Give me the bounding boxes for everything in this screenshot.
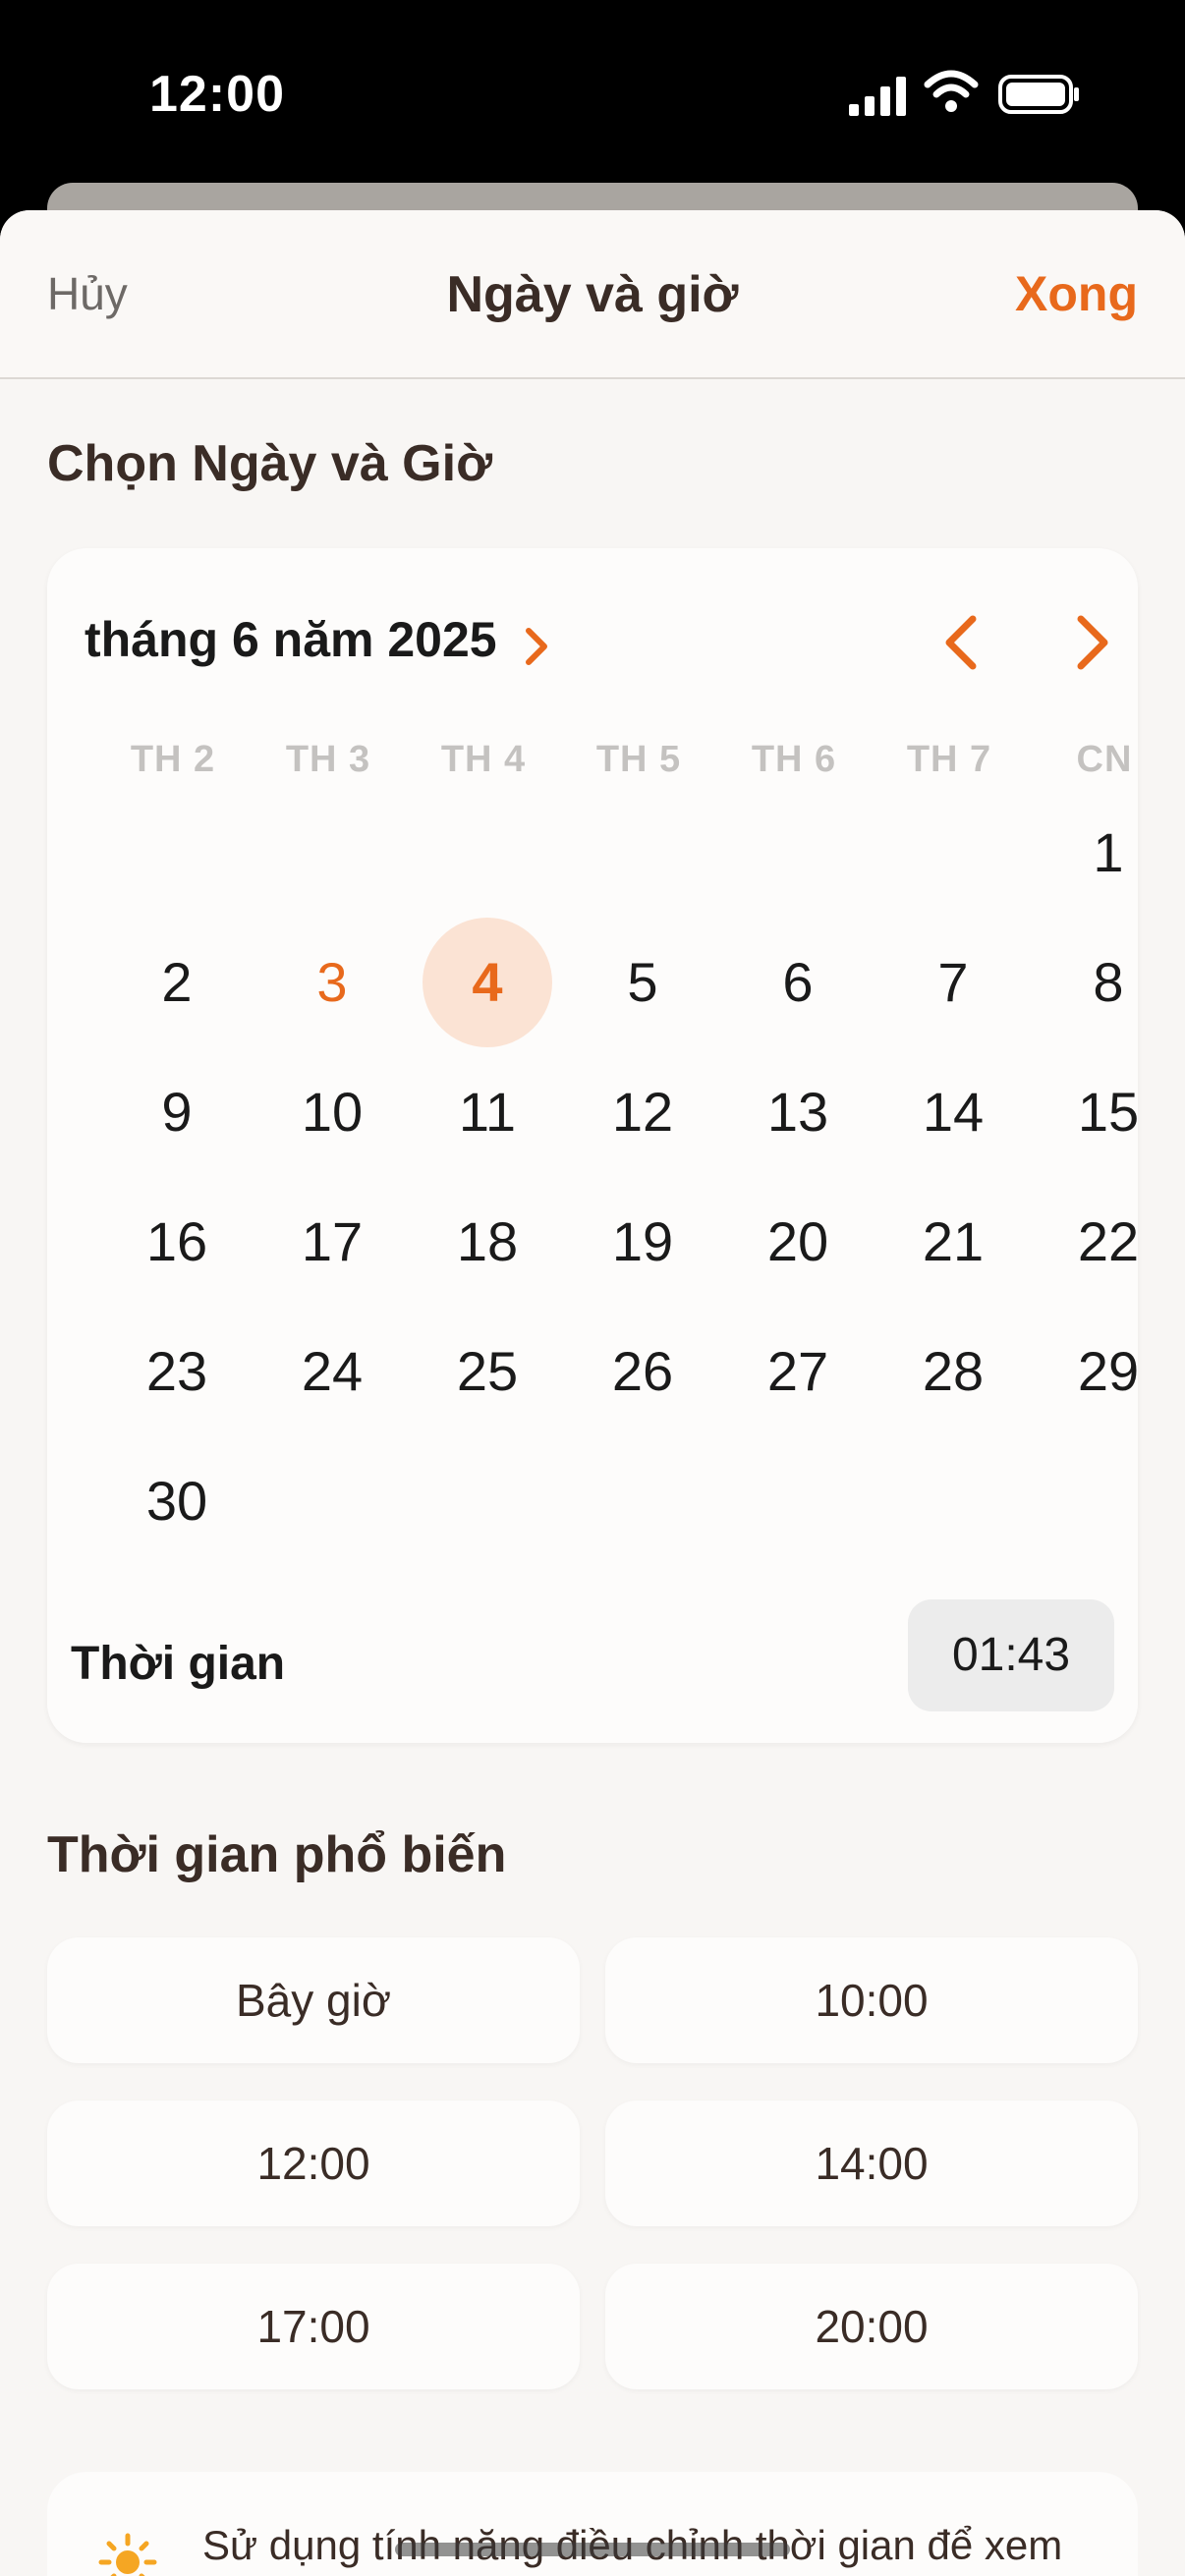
time-label: Thời gian (71, 1638, 286, 1690)
calendar-day[interactable]: 7 (888, 918, 1018, 1047)
chevron-right-icon[interactable] (523, 625, 552, 668)
calendar-day[interactable]: 27 (733, 1307, 863, 1436)
calendar-day[interactable]: 5 (578, 918, 707, 1047)
time-picker-button[interactable]: 01:43 (908, 1599, 1114, 1711)
wifi-icon (924, 70, 979, 112)
calendar-day-selected[interactable]: 4 (423, 918, 552, 1047)
calendar-day[interactable]: 12 (578, 1047, 707, 1177)
calendar-day[interactable]: 26 (578, 1307, 707, 1436)
home-indicator[interactable] (395, 2543, 790, 2556)
sheet-nav-bar: Hủy Ngày và giờ Xong (0, 210, 1185, 379)
calendar-day[interactable]: 24 (267, 1307, 397, 1436)
weekday-label: TH 2 (130, 739, 216, 780)
calendar-day[interactable]: 16 (112, 1177, 242, 1307)
calendar-day[interactable]: 11 (423, 1047, 552, 1177)
popular-times-title: Thời gian phổ biến (47, 1826, 507, 1883)
calendar-day[interactable]: 9 (112, 1047, 242, 1177)
calendar-day[interactable]: 29 (1044, 1307, 1173, 1436)
done-button[interactable]: Xong (1015, 265, 1138, 322)
quick-time-button[interactable]: 20:00 (605, 2264, 1138, 2389)
calendar-day[interactable]: 17 (267, 1177, 397, 1307)
weekday-label: TH 7 (906, 739, 992, 780)
calendar-day[interactable]: 3 (267, 918, 397, 1047)
status-time: 12:00 (149, 66, 285, 123)
date-time-sheet: Hủy Ngày và giờ Xong Chọn Ngày và Giờ th… (0, 210, 1185, 2576)
calendar-day[interactable]: 28 (888, 1307, 1018, 1436)
info-card: Sử dụng tính năng điều chỉnh thời gian đ… (47, 2472, 1138, 2576)
calendar-day[interactable]: 30 (112, 1436, 242, 1566)
calendar-day[interactable]: 15 (1044, 1047, 1173, 1177)
status-bar: 12:00 (0, 0, 1185, 187)
cellular-signal-icon (849, 77, 906, 116)
calendar-day[interactable]: 21 (888, 1177, 1018, 1307)
calendar-day[interactable]: 13 (733, 1047, 863, 1177)
weekday-label: TH 4 (440, 739, 527, 780)
calendar-day[interactable]: 1 (1044, 788, 1173, 918)
calendar-day[interactable]: 20 (733, 1177, 863, 1307)
calendar-card: tháng 6 năm 2025 TH 2 TH 3 TH 4 TH 5 TH … (47, 548, 1139, 1743)
weekday-label: TH 6 (751, 739, 837, 780)
weekday-label: CN (1076, 739, 1133, 780)
quick-time-button[interactable]: 10:00 (605, 1937, 1138, 2063)
calendar-day[interactable]: 2 (112, 918, 242, 1047)
battery-icon (998, 75, 1079, 114)
calendar-day[interactable]: 6 (733, 918, 863, 1047)
quick-time-button[interactable]: 17:00 (47, 2264, 580, 2389)
quick-time-button[interactable]: 12:00 (47, 2100, 580, 2226)
calendar-day[interactable]: 8 (1044, 918, 1173, 1047)
calendar-day[interactable]: 18 (423, 1177, 552, 1307)
weekday-label: TH 3 (285, 739, 371, 780)
quick-time-button[interactable]: 14:00 (605, 2100, 1138, 2226)
picker-section-title: Chọn Ngày và Giờ (47, 435, 493, 492)
calendar-day[interactable]: 23 (112, 1307, 242, 1436)
quick-time-now-button[interactable]: Bây giờ (47, 1937, 580, 2063)
sun-icon (98, 2533, 157, 2576)
calendar-day[interactable]: 19 (578, 1177, 707, 1307)
sheet-title: Ngày và giờ (446, 266, 739, 323)
calendar-day[interactable]: 10 (267, 1047, 397, 1177)
calendar-day[interactable]: 14 (888, 1047, 1018, 1177)
weekday-label: TH 5 (595, 739, 682, 780)
month-year-button[interactable]: tháng 6 năm 2025 (85, 611, 497, 668)
next-month-icon[interactable] (1063, 611, 1118, 674)
calendar-day[interactable]: 25 (423, 1307, 552, 1436)
calendar-day[interactable]: 22 (1044, 1177, 1173, 1307)
previous-month-icon[interactable] (935, 611, 990, 674)
